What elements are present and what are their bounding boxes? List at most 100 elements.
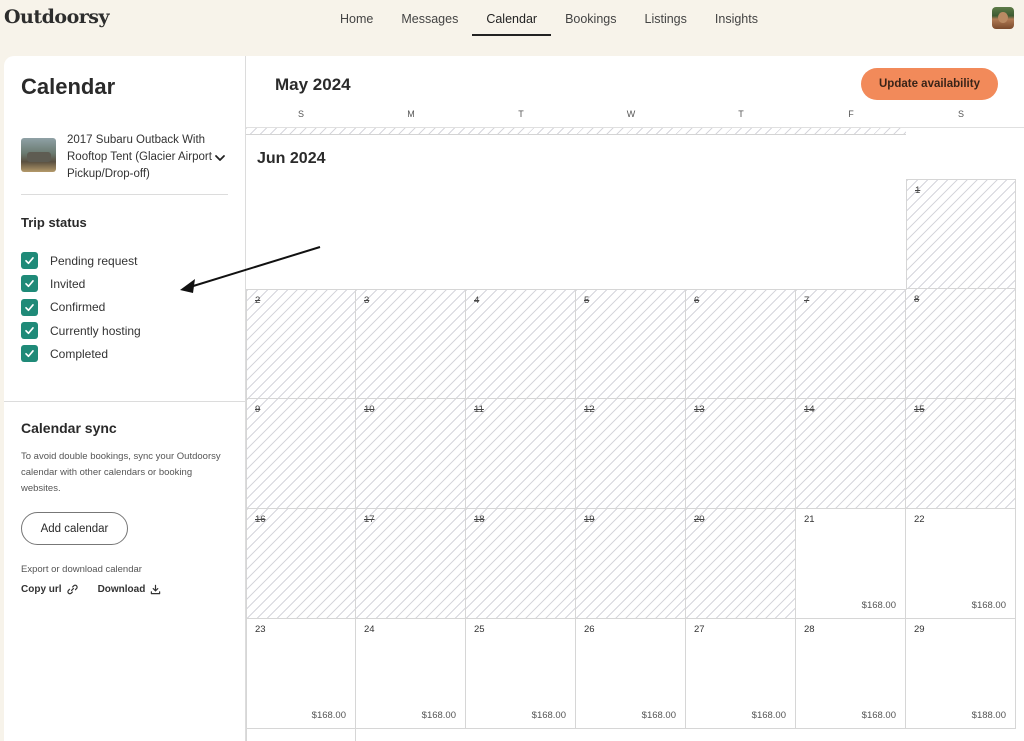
- divider: [21, 194, 228, 195]
- divider: [4, 401, 246, 402]
- main-panel: Calendar 2017 Subaru Outback With Roofto…: [4, 56, 1024, 741]
- nav-item-bookings[interactable]: Bookings: [551, 0, 630, 36]
- day-price: $168.00: [421, 710, 456, 721]
- export-label: Export or download calendar: [21, 564, 142, 575]
- status-option[interactable]: Completed: [21, 342, 141, 365]
- prev-month-heading: May 2024: [275, 75, 351, 94]
- checkbox[interactable]: [21, 252, 38, 270]
- checkbox[interactable]: [21, 345, 38, 363]
- day-number: 5: [584, 295, 590, 306]
- day-number: 25: [474, 624, 485, 635]
- listing-name: 2017 Subaru Outback With Rooftop Tent (G…: [67, 134, 212, 180]
- download-label: Download: [97, 584, 146, 595]
- calendar-day-cell[interactable]: 20: [686, 509, 796, 619]
- calendar-day-cell[interactable]: 1: [906, 179, 1016, 289]
- calendar-day-cell[interactable]: 5: [576, 289, 686, 399]
- status-option[interactable]: Invited: [21, 272, 141, 295]
- day-price: $168.00: [861, 710, 896, 721]
- day-price: $168.00: [751, 710, 786, 721]
- calendar-day-cell[interactable]: 15: [906, 399, 1016, 509]
- calendar-sidebar: Calendar 2017 Subaru Outback With Roofto…: [4, 56, 246, 741]
- day-number: 14: [804, 404, 815, 415]
- top-nav-bar: Outdoorsy Home Messages Calendar Bookings Li…: [0, 0, 1024, 44]
- calendar-day-cell[interactable]: 29 $188.00: [906, 619, 1016, 729]
- calendar-day-cell[interactable]: 14: [796, 399, 906, 509]
- add-calendar-button[interactable]: Add calendar: [21, 512, 128, 545]
- calendar-day-cell[interactable]: 13: [686, 399, 796, 509]
- export-links: Copy url Download: [21, 584, 161, 595]
- status-option[interactable]: Pending request: [21, 249, 141, 272]
- nav-item-home[interactable]: Home: [326, 0, 387, 36]
- calendar-day-cell[interactable]: 28 $168.00: [796, 619, 906, 729]
- main-nav: Home Messages Calendar Bookings Listings Insi…: [326, 0, 772, 40]
- status-label: Pending request: [50, 253, 138, 268]
- weekday-header: SMTWTFS: [246, 108, 1024, 128]
- checkmark-icon: [25, 327, 34, 335]
- day-number: 28: [804, 624, 815, 635]
- day-number: 2: [255, 295, 261, 306]
- checkbox[interactable]: [21, 322, 38, 340]
- day-number: 6: [694, 295, 700, 306]
- day-number: 18: [474, 514, 485, 525]
- status-option[interactable]: Currently hosting: [21, 319, 141, 342]
- checkbox[interactable]: [21, 298, 38, 316]
- day-number: 29: [914, 624, 925, 635]
- calendar-day-cell[interactable]: 11: [466, 399, 576, 509]
- checkmark-icon: [25, 350, 34, 358]
- calendar-day-cell[interactable]: 12: [576, 399, 686, 509]
- nav-item-messages[interactable]: Messages: [387, 0, 472, 36]
- calendar-day-cell[interactable]: 16: [246, 509, 356, 619]
- status-label: Completed: [50, 346, 109, 361]
- day-number: 22: [914, 514, 925, 525]
- calendar-day-cell[interactable]: 4: [466, 289, 576, 399]
- day-number: 16: [255, 514, 266, 525]
- calendar-day-cell[interactable]: 26 $168.00: [576, 619, 686, 729]
- day-number: 23: [255, 624, 266, 635]
- day-price: $168.00: [971, 600, 1006, 611]
- trip-status-list: Pending request Invited Confirmed Currently…: [21, 249, 141, 365]
- calendar-day-cell[interactable]: 6: [686, 289, 796, 399]
- calendar-day-cell[interactable]: 21 $168.00: [796, 509, 906, 619]
- day-price: $168.00: [641, 710, 676, 721]
- calendar-view: May 2024 Update availability S M T W T F S Jun…: [246, 56, 1024, 741]
- outdoorsy-logo[interactable]: Outdoorsy: [4, 6, 110, 28]
- status-label: Invited: [50, 276, 86, 291]
- day-number: 11: [474, 404, 484, 415]
- calendar-day-cell[interactable]: 23 $168.00: [246, 619, 356, 729]
- link-icon: [66, 584, 78, 595]
- calendar-day-cell[interactable]: 27 $168.00: [686, 619, 796, 729]
- copy-url-link[interactable]: Copy url: [21, 584, 78, 595]
- checkbox[interactable]: [21, 275, 38, 293]
- chevron-down-icon: [215, 155, 225, 161]
- calendar-day-cell[interactable]: 10: [356, 399, 466, 509]
- calendar-day-cell[interactable]: 18: [466, 509, 576, 619]
- checkmark-icon: [25, 280, 34, 288]
- calendar-day-cell[interactable]: 3: [356, 289, 466, 399]
- calendar-sync-description: To avoid double bookings, sync your Outd…: [21, 451, 221, 494]
- checkmark-icon: [25, 303, 34, 311]
- weekday-label: T: [518, 109, 524, 119]
- calendar-day-cell[interactable]: 9: [246, 399, 356, 509]
- listing-selector[interactable]: 2017 Subaru Outback With Rooftop Tent (G…: [21, 132, 231, 194]
- update-availability-button[interactable]: Update availability: [861, 68, 998, 100]
- calendar-day-cell[interactable]: 24 $168.00: [356, 619, 466, 729]
- day-number: 10: [364, 404, 375, 415]
- calendar-day-cell[interactable]: 2: [246, 289, 356, 399]
- calendar-day-cell[interactable]: 19: [576, 509, 686, 619]
- nav-item-insights[interactable]: Insights: [701, 0, 772, 36]
- download-link[interactable]: Download: [98, 584, 162, 595]
- weekday-label: S: [297, 109, 304, 119]
- status-option[interactable]: Confirmed: [21, 296, 141, 319]
- calendar-day-cell[interactable]: 7: [796, 289, 906, 399]
- calendar-day-cell[interactable]: 25 $168.00: [466, 619, 576, 729]
- calendar-day-cell[interactable]: 8: [906, 289, 1016, 399]
- nav-item-calendar[interactable]: Calendar: [472, 0, 551, 36]
- day-number: 12: [584, 404, 595, 415]
- prev-month-strip: [246, 128, 906, 135]
- nav-item-listings[interactable]: Listings: [631, 0, 701, 36]
- day-number: 7: [804, 295, 810, 306]
- calendar-day-cell[interactable]: 17: [356, 509, 466, 619]
- day-number: 20: [694, 514, 705, 525]
- user-avatar[interactable]: [992, 7, 1014, 29]
- calendar-day-cell[interactable]: 22 $168.00: [906, 509, 1016, 619]
